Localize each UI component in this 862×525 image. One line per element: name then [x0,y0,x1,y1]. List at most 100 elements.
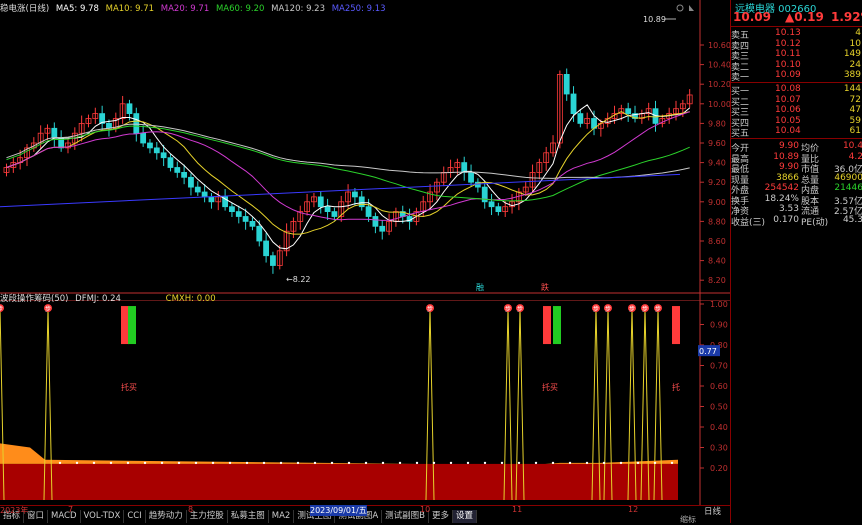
candle-body [153,147,160,154]
indicator-chart[interactable]: 1.000.900.800.700.600.500.400.300.200.77… [0,300,730,505]
indicator-tick-label: 0.50 [710,403,728,412]
baseline-dot [398,461,402,465]
candle-body [372,216,379,227]
candle-body [270,255,276,266]
high-price-mark: 10.89 [643,15,666,24]
dfmj-label: DFMJ: 0.24 [75,294,121,304]
baseline-dot [585,461,589,465]
baseline-dot [143,461,147,465]
step-marker-label: 步 [517,305,523,313]
price-tick-label: 9.60 [708,139,726,148]
date-label: 7 [68,505,74,514]
baseline-dot [670,461,674,465]
step-marker-label: 步 [0,305,3,313]
candle-body [147,142,153,149]
baseline-dot [92,461,96,465]
signal-label: 托 [672,382,680,392]
candle-body [201,191,208,198]
divider [731,26,862,27]
price-change: ▲0.19 [785,10,824,24]
candle-body [379,225,386,232]
ask-volume: 149 [843,49,861,59]
bid-volume: 144 [843,84,861,94]
bid-price: 10.04 [775,126,801,136]
candle-body [167,157,174,168]
baseline-dot [636,461,640,465]
main-bg [0,0,730,300]
candle-body [194,186,201,193]
baseline-dot [160,461,164,465]
indicator-tick-label: 0.90 [710,321,728,330]
ask-volume: 24 [849,59,861,70]
ask-price: 10.13 [775,28,801,38]
candle-body [188,176,194,188]
candle-body [625,108,632,114]
bid-volume: 72 [849,94,861,105]
candle-body [181,171,188,178]
price-tick-label: 8.40 [708,257,726,266]
stat-value: 4.2 [848,151,862,162]
baseline-dot [228,461,232,465]
bid-volume: 47 [849,105,861,115]
step-marker-label: 步 [593,305,599,313]
signal-box [553,306,561,345]
date-label: 2023年 [0,506,29,515]
indicator-tick-label: 0.20 [710,464,728,473]
indicator-tick-label: 0.60 [710,382,728,391]
ma60-label: MA60: 9.20 [215,4,265,14]
candle-body [174,167,181,173]
candle-body [352,191,358,198]
candle-body [140,132,147,144]
bid-price: 10.08 [775,84,801,94]
ask-volume: 4 [855,28,861,38]
chip-area [0,463,678,500]
date-label: 10 [420,505,431,514]
price-change-pct: 1.92% [831,10,862,24]
candle-body [208,196,215,203]
baseline-dot [653,461,657,465]
indicator-tick-label: 1.00 [710,300,728,309]
stat-value: 3866 [776,172,799,183]
price-tick-label: 9.00 [708,198,726,207]
flag-b: 跌 [541,282,549,292]
stat-value: 9.90 [778,162,799,172]
price-tick-label: 10.20 [708,80,730,89]
candle-body [242,216,249,222]
price-tick-label: 8.20 [708,276,726,285]
stat-value: 10.89 [773,151,799,162]
signal-box [128,306,136,345]
divider [731,82,862,83]
candle-body [160,152,167,159]
period-label[interactable]: 日线 [704,505,721,517]
stat-value: 0.170 [773,214,799,225]
stat-value: 46900 [834,172,862,183]
candle-body [495,206,502,212]
candle-body [570,93,577,115]
step-marker-label: 步 [45,305,51,313]
main-price-chart[interactable]: 10.60 10.40 10.20 10.00 9.80 9.60 9.40 9.20 9.00… [0,0,730,300]
quote-panel: 远模电器 002660 10.09 ▲0.19 1.92% 卖五10.134卖四… [730,0,862,523]
baseline-dot [313,461,317,465]
divider [731,138,862,139]
baseline-dot [449,461,453,465]
date-label: 11 [512,505,523,514]
candle-body [249,220,256,227]
current-value-label: 0.77 [699,347,717,356]
chart-title: 稳电涨(日线) [0,4,50,14]
baseline-dot [58,461,62,465]
baseline-dot [330,461,334,465]
candle-body [488,201,495,208]
signal-box [543,306,551,345]
price-tick-label: 10.60 [708,41,730,50]
indicator-tick-label: 0.40 [710,423,728,432]
baseline-dot [211,461,215,465]
candle-body [133,113,140,134]
main-legend: 稳电涨(日线) MA5: 9.78 MA10: 9.71 MA20: 9.71 … [0,2,390,14]
zoom-label[interactable]: 缩标 [680,514,696,525]
step-marker-label: 步 [605,305,611,313]
baseline-dot [534,461,538,465]
price-tick-label: 8.80 [708,217,726,226]
ma250-label: MA250: 9.13 [331,4,386,14]
bid-volume: 61 [849,126,861,136]
baseline-dot [364,461,368,465]
